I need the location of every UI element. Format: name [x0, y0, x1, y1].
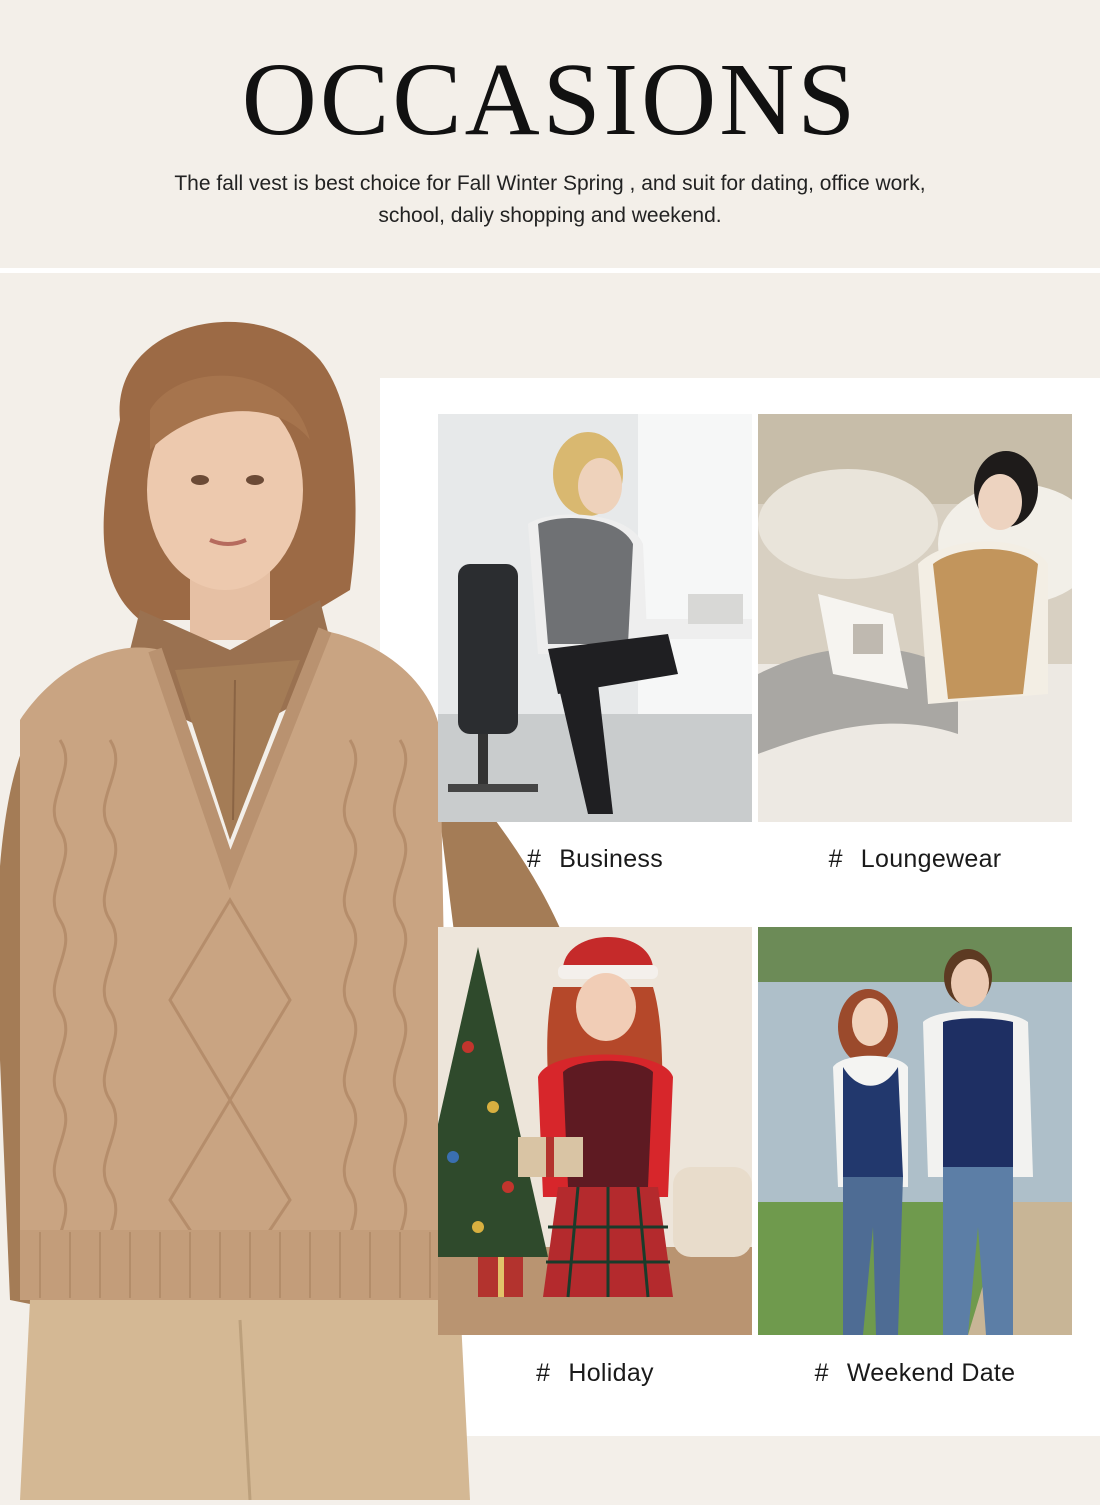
- caption-label: Loungewear: [860, 845, 1002, 873]
- header-section: OCCASIONS The fall vest is best choice f…: [0, 0, 1100, 268]
- hashtag-icon: #: [814, 1359, 829, 1387]
- hashtag-icon: #: [526, 845, 542, 873]
- caption-label: Business: [559, 845, 664, 873]
- hashtag-icon: #: [536, 1359, 551, 1387]
- holiday-photo: [438, 927, 752, 1335]
- weekend-date-photo: [758, 927, 1072, 1335]
- loungewear-photo: [758, 414, 1072, 822]
- hashtag-icon: #: [828, 845, 843, 873]
- page-subtitle: The fall vest is best choice for Fall Wi…: [174, 172, 926, 227]
- business-photo: [438, 414, 752, 822]
- caption-weekend-date: # Weekend Date: [758, 1359, 1072, 1388]
- page-title: OCCASIONS: [241, 42, 859, 157]
- caption-label: Weekend Date: [846, 1359, 1016, 1387]
- caption-holiday: # Holiday: [438, 1359, 752, 1388]
- caption-business: # Business: [438, 845, 752, 874]
- caption-loungewear: # Loungewear: [758, 845, 1072, 874]
- caption-label: Holiday: [568, 1359, 654, 1387]
